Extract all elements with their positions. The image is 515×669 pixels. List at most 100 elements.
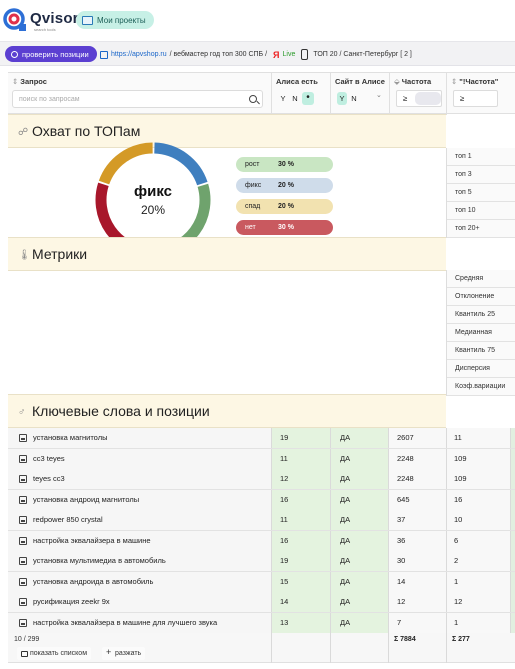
donut-segment-спад[interactable] [98,142,153,185]
yandex-icon: Я [273,49,280,60]
query-cell-text: русификация zeekr 9x [33,597,110,606]
table-row[interactable]: установка магнитолы 19 ДА 2607 11 [8,428,515,449]
image-icon[interactable] [19,598,27,606]
quote-freq-cell-text: 6 [454,535,459,545]
show-list-button[interactable]: показать списком [17,647,92,660]
query-cell-text: установка андроида в автомобиль [33,576,154,586]
site-in-alice-cell: ДА [330,571,388,592]
sort-icon[interactable]: ⇕ [12,77,18,86]
check-positions-button[interactable]: проверить позиции [5,46,97,62]
image-icon[interactable] [19,516,27,524]
quote-freq-cell-text: 109 [454,453,467,463]
alice-header-label: Алиса есть [276,77,318,86]
logo-text: Qvisor [30,10,79,27]
table-row[interactable]: установка андроид магнитолы 16 ДА 645 16 [8,489,515,511]
alice-column-header: Алиса есть Y N • [272,73,331,115]
metric-row: Дисперсия [447,360,515,378]
external-link-icon [100,50,108,59]
legend-item-growth[interactable]: рост 30 % [236,157,333,172]
site-filter-no[interactable]: N [349,92,359,105]
app-logo[interactable]: Qvisor search tools [3,6,79,36]
top-row: топ 10 [447,202,515,220]
site-in-alice-cell: ДА [330,530,388,551]
metric-row: Медианная [447,324,515,342]
metrics-section-header[interactable]: 🌡 Метрики [8,237,446,271]
freq-cell: 37 [388,510,446,530]
site-in-alice-cell: ДА [330,510,388,530]
freq-header-label: Частота [401,77,432,86]
sort-desc-icon[interactable]: ⬙ [394,77,400,86]
legend-item-decline[interactable]: спад 20 % [236,199,333,214]
search-icon[interactable] [249,95,257,103]
legend-item-none[interactable]: нет 30 % [236,220,333,235]
legend-name: нет [245,224,256,231]
table-row[interactable]: настройка эквалайзера в машине 16 ДА 36 6 [8,530,515,552]
table-row[interactable]: установка андроида в автомобиль 15 ДА 14 1 [8,571,515,593]
alice-filter-yes[interactable]: Y [278,92,288,105]
query-cell: русификация zeekr 9x [8,592,271,612]
image-icon[interactable] [19,434,27,442]
image-icon[interactable] [19,536,27,545]
row-marker [510,428,515,448]
metrics-column: Средняя Отклонение Квантиль 25 Медианная… [446,270,515,396]
query-cell-text: cc3 teyes [33,453,65,463]
table-row[interactable]: cc3 teyes 11 ДА 2248 109 [8,448,515,470]
query-header-label: Запрос [20,77,47,86]
alice-cell: 15 [271,571,330,592]
table-row[interactable]: настройка эквалайзера в машине для лучше… [8,612,515,634]
image-icon[interactable] [19,557,27,565]
legend-item-fixed[interactable]: фикс 20 % [236,178,333,193]
legend-name: фикс [245,182,262,189]
site-filter-yes[interactable]: Y [337,92,347,105]
table-row[interactable]: русификация zeekr 9x 14 ДА 12 12 [8,592,515,613]
freq-cell: 2607 [388,428,446,448]
my-projects-button[interactable]: Мои проекты [76,11,154,29]
row-marker [510,612,515,633]
query-cell: установка магнитолы [8,428,271,448]
row-marker [510,469,515,489]
legend-value: 20 % [278,182,294,189]
query-search [12,90,263,108]
image-icon[interactable] [19,618,27,627]
donut-segment-фикс[interactable] [154,142,208,186]
quote-freq-filter-input[interactable]: ≥ [453,90,498,107]
male-symbol-icon: ♂ [18,407,26,418]
quote-freq-cell: 6 [446,530,510,551]
metric-row: Коэф.вариации [447,378,515,396]
alice-filter-no[interactable]: N [290,92,300,105]
table-row[interactable]: установка мультимедиа в автомобиль 19 ДА 30… [8,551,515,572]
logo-subtext: search tools [34,27,56,32]
query-search-input[interactable] [19,94,239,105]
freq-cell-text: 2248 [397,474,414,483]
row-marker [510,510,515,530]
donut-center-value: 20% [140,203,166,217]
expand-button[interactable]: разжать [102,647,146,660]
sort-icon[interactable]: ⇕ [451,77,457,86]
image-icon[interactable] [19,495,27,504]
chevron-down-icon[interactable]: ⌄ [376,91,382,99]
image-icon[interactable] [19,454,27,463]
site-in-alice-cell-text: ДА [340,617,351,627]
quote-freq-cell-text: 109 [454,474,467,483]
keywords-section-header[interactable]: ♂ Ключевые слова и позиции [8,394,446,428]
site-link[interactable]: https://apvshop.ru [111,51,167,58]
freq-cell-text: 2248 [397,453,414,463]
image-icon[interactable] [19,475,27,483]
image-icon[interactable] [19,577,27,586]
quote-freq-cell: 12 [446,592,510,612]
metric-row: Отклонение [447,288,515,306]
alice-filter-any[interactable]: • [302,92,314,105]
row-marker [510,489,515,510]
alice-cell: 19 [271,428,330,448]
donut-center-label: фикс 20% [94,183,212,217]
freq-cell: 645 [388,489,446,510]
freq-filter-input[interactable]: ≥ [396,90,442,107]
table-row[interactable]: teyes cc3 12 ДА 2248 109 [8,469,515,490]
row-marker [510,448,515,469]
table-row[interactable]: redpower 850 crystal 11 ДА 37 10 [8,510,515,531]
keywords-footer: 10 / 299 Σ 7884 Σ 277 показать списком р… [8,633,515,663]
legend-value: 30 % [278,224,294,231]
query-cell-text: установка магнитолы [33,433,108,442]
quote-freq-cell-text: 1 [454,617,459,627]
coverage-section-header[interactable]: ☍ Охват по ТОПам [8,114,446,148]
